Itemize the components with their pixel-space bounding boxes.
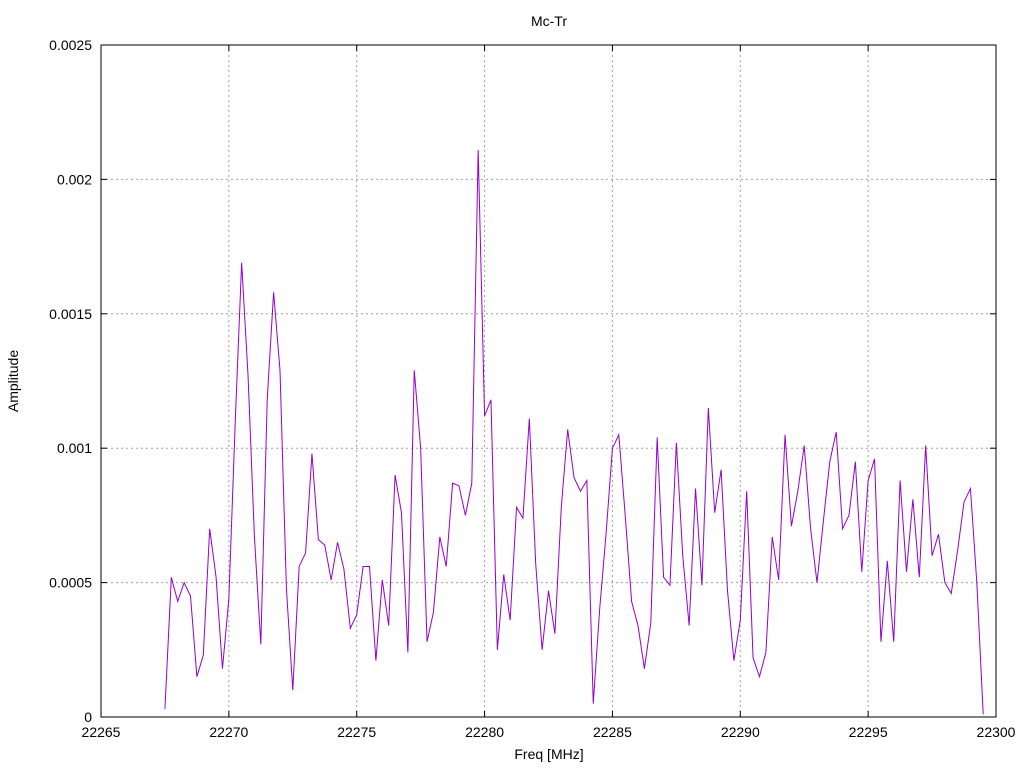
chart-title: Mc-Tr xyxy=(531,13,567,29)
y-tick-label: 0.0025 xyxy=(49,37,92,53)
x-tick-label: 22270 xyxy=(209,724,248,740)
y-tick-label: 0.002 xyxy=(57,171,92,187)
chart: 22265 22270 22275 22280 22285 22290 22295 22300… xyxy=(0,0,1024,768)
x-tick-label: 22290 xyxy=(721,724,760,740)
x-axis-label: Freq [MHz] xyxy=(514,746,583,762)
y-axis-label: Amplitude xyxy=(5,350,21,412)
y-tick-label: 0.001 xyxy=(57,440,92,456)
chart-background xyxy=(0,0,1024,768)
x-tick-label: 22300 xyxy=(977,724,1016,740)
y-tick-label: 0.0005 xyxy=(49,575,92,591)
x-tick-label: 22285 xyxy=(593,724,632,740)
x-tick-label: 22280 xyxy=(465,724,504,740)
x-tick-label: 22275 xyxy=(337,724,376,740)
x-tick-label: 22295 xyxy=(849,724,888,740)
y-tick-label: 0.0015 xyxy=(49,306,92,322)
x-tick-label: 22265 xyxy=(82,724,121,740)
y-tick-label: 0 xyxy=(84,709,92,725)
